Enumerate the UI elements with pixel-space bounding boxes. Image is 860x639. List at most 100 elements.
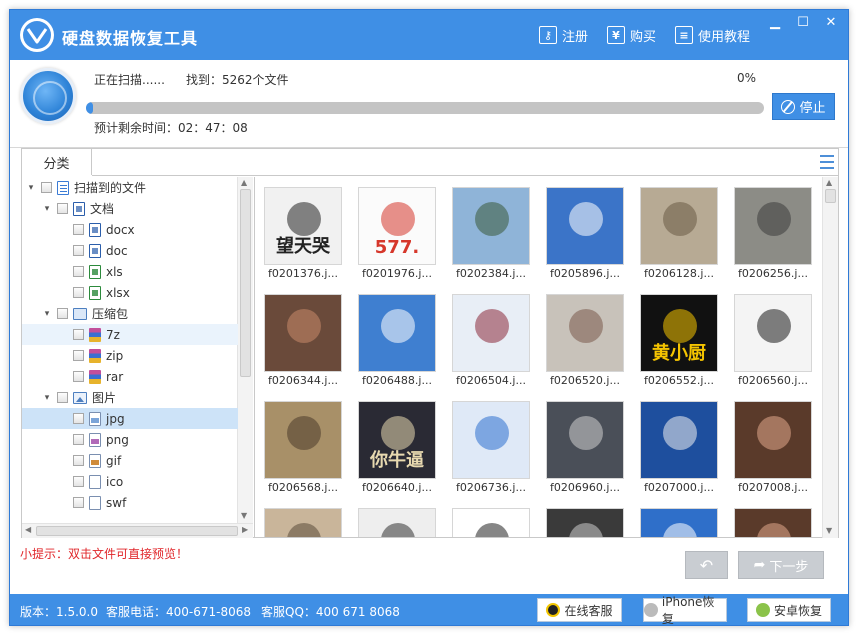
maximize-icon[interactable]: ☐ (790, 12, 816, 32)
tree-item[interactable]: doc (22, 240, 238, 261)
file-item[interactable]: f0206560.j... (732, 294, 814, 394)
file-item[interactable] (356, 508, 438, 537)
tutorial-button[interactable]: ≡ 使用教程 (675, 24, 750, 46)
file-item[interactable]: 你牛逼 f0206640.j... (356, 401, 438, 501)
file-item[interactable]: 577. f0201976.j... (356, 187, 438, 287)
tree-checkbox[interactable] (73, 287, 84, 298)
tree-item[interactable]: xls (22, 261, 238, 282)
tree-item[interactable]: gif (22, 450, 238, 471)
tree-checkbox[interactable] (73, 455, 84, 466)
expand-arrow-icon[interactable]: ▾ (42, 309, 52, 319)
file-item[interactable] (544, 508, 626, 537)
file-item[interactable]: f0206256.j... (732, 187, 814, 287)
tree-checkbox[interactable] (73, 371, 84, 382)
tree-item[interactable]: 7z (22, 324, 238, 345)
next-step-button[interactable]: ➦ 下一步 (738, 551, 824, 579)
file-item[interactable]: f0207008.j... (732, 401, 814, 501)
tree-item-label: rar (106, 369, 124, 384)
tree-item[interactable]: ico (22, 471, 238, 492)
tree-item[interactable]: png (22, 429, 238, 450)
iphone-recovery-button[interactable]: iPhone恢复 (643, 595, 727, 625)
file-item[interactable]: 黄小厨 f0206552.j... (638, 294, 720, 394)
file-item[interactable]: f0206488.j... (356, 294, 438, 394)
file-item[interactable]: 520 (638, 508, 720, 537)
tree-checkbox[interactable] (41, 182, 52, 193)
expand-arrow-icon[interactable]: ▾ (42, 204, 52, 214)
scroll-left-icon[interactable]: ◀ (25, 525, 31, 534)
grid-scroll-up-icon[interactable]: ▲ (826, 178, 832, 187)
online-service-label: 在线客服 (564, 603, 613, 618)
file-item[interactable]: f0206128.j... (638, 187, 720, 287)
tree-checkbox[interactable] (73, 476, 84, 487)
buy-button[interactable]: ¥ 购买 (607, 24, 656, 46)
file-item[interactable]: f0206344.j... (262, 294, 344, 394)
tree-vertical-scrollbar[interactable]: ▲ ▼ (237, 177, 253, 523)
stop-button[interactable]: 停止 (772, 93, 835, 120)
tree-checkbox[interactable] (57, 203, 68, 214)
file-item[interactable]: 可把我自己给牛逼坏了 (450, 508, 532, 537)
grid-scroll-down-icon[interactable]: ▼ (826, 526, 832, 535)
android-recovery-button[interactable]: 安卓恢复 (747, 598, 831, 622)
scroll-right-icon[interactable]: ▶ (242, 525, 248, 534)
thumbnail-caption: 577. (374, 237, 420, 258)
close-icon[interactable]: ✕ (818, 12, 844, 32)
expand-arrow-icon[interactable]: ▾ (26, 183, 36, 193)
tree-checkbox[interactable] (73, 434, 84, 445)
tab-category[interactable]: 分类 (22, 149, 92, 176)
tree-item[interactable]: xlsx (22, 282, 238, 303)
grid-scroll-thumb[interactable] (825, 189, 836, 203)
tree-item[interactable]: ▾ 文档 (22, 198, 238, 219)
file-item[interactable]: f0206960.j... (544, 401, 626, 501)
tree-item[interactable]: ▾ 扫描到的文件 (22, 177, 238, 198)
expand-arrow-icon[interactable]: ▾ (42, 393, 52, 403)
register-button[interactable]: ⚷ 注册 (539, 24, 588, 46)
back-button[interactable]: ↶ (685, 551, 728, 579)
file-item[interactable]: f0206736.j... (450, 401, 532, 501)
file-item[interactable]: f0206568.j... (262, 401, 344, 501)
scan-status-text: 正在扫描...... (94, 73, 165, 87)
tree-checkbox[interactable] (73, 413, 84, 424)
file-name: f0206552.j... (644, 374, 714, 387)
file-item[interactable] (262, 508, 344, 537)
file-item[interactable]: f0207000.j... (638, 401, 720, 501)
tree-checkbox[interactable] (73, 224, 84, 235)
tree-checkbox[interactable] (73, 329, 84, 340)
tree-item[interactable]: jpg (22, 408, 238, 429)
file-item[interactable] (732, 508, 814, 537)
tree-horizontal-scrollbar[interactable]: ◀ ▶ (22, 523, 253, 538)
minimize-icon[interactable]: ▁ (762, 12, 788, 32)
tree-item-label: 压缩包 (92, 307, 129, 321)
scroll-up-icon[interactable]: ▲ (241, 178, 247, 187)
file-item[interactable]: f0202384.j... (450, 187, 532, 287)
tree-checkbox[interactable] (73, 266, 84, 277)
tree-item[interactable]: docx (22, 219, 238, 240)
file-thumbnail (640, 401, 718, 479)
tree-item[interactable]: rar (22, 366, 238, 387)
tree-item[interactable]: swf (22, 492, 238, 513)
tree-checkbox[interactable] (73, 497, 84, 508)
tree-item[interactable]: ▾ 图片 (22, 387, 238, 408)
tab-category-label: 分类 (43, 157, 70, 172)
file-thumbnail: 你牛逼 (358, 401, 436, 479)
tree-item[interactable]: ▾ 压缩包 (22, 303, 238, 324)
tree-checkbox[interactable] (57, 308, 68, 319)
tree-checkbox[interactable] (57, 392, 68, 403)
tree-hscroll-thumb[interactable] (36, 526, 238, 536)
file-item[interactable]: f0206504.j... (450, 294, 532, 394)
file-item[interactable]: 望天哭 f0201376.j... (262, 187, 344, 287)
file-item[interactable]: f0206520.j... (544, 294, 626, 394)
view-menu-icon[interactable] (820, 155, 834, 169)
file-item[interactable]: f0205896.j... (544, 187, 626, 287)
online-service-button[interactable]: 在线客服 (537, 598, 622, 622)
tree-checkbox[interactable] (73, 245, 84, 256)
scroll-down-icon[interactable]: ▼ (241, 511, 247, 520)
file-thumbnail (734, 401, 812, 479)
tree-checkbox[interactable] (73, 350, 84, 361)
tree-scroll-thumb[interactable] (240, 189, 251, 377)
tree-item[interactable]: zip (22, 345, 238, 366)
grid-vertical-scrollbar[interactable]: ▲ ▼ (822, 177, 838, 538)
